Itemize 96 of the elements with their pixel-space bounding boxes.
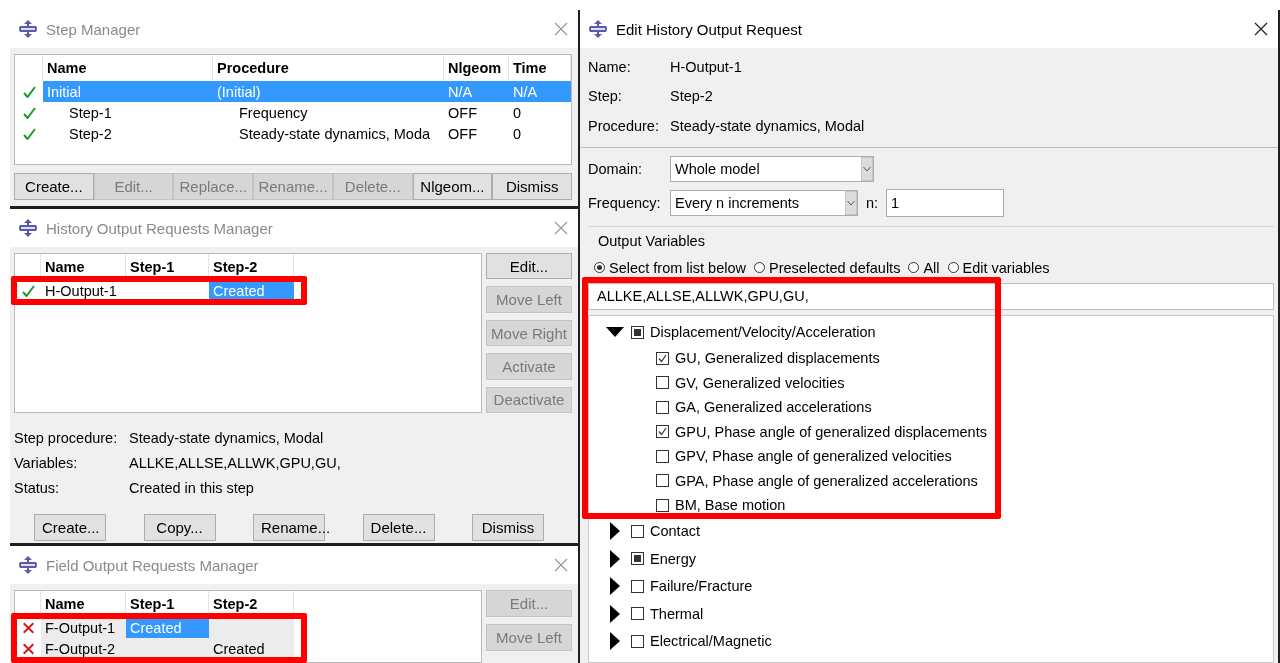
input-field[interactable]: 1 bbox=[886, 188, 1005, 217]
checkbox[interactable] bbox=[631, 579, 644, 593]
table-cell: Created bbox=[126, 617, 209, 638]
dropdown[interactable]: Whole model bbox=[670, 155, 874, 182]
field-value: Step-2 bbox=[670, 88, 713, 105]
dialog-button[interactable]: Dismiss bbox=[472, 514, 544, 541]
close-icon[interactable] bbox=[1254, 22, 1268, 36]
table-cell-text: OFF bbox=[447, 103, 478, 123]
column-header: Step-1 bbox=[126, 254, 209, 280]
column-header: Step-1 bbox=[126, 591, 209, 617]
table-cell-text: H-Output-1 bbox=[44, 281, 118, 301]
dropdown-value: Every n increments bbox=[675, 194, 800, 211]
field-label: Step: bbox=[588, 88, 623, 105]
column-header: Step-2 bbox=[209, 254, 294, 280]
table-cell-text: Step-2 bbox=[68, 124, 113, 144]
checkbox[interactable] bbox=[631, 325, 644, 339]
table-cell-text: 0 bbox=[512, 103, 523, 123]
checkbox[interactable] bbox=[656, 449, 669, 463]
radio-option[interactable]: Preselected defaults bbox=[754, 259, 901, 276]
field-label: n: bbox=[866, 194, 879, 211]
table-cell-text: Step-1 bbox=[68, 103, 113, 123]
checkbox[interactable] bbox=[631, 634, 644, 648]
check-icon bbox=[658, 427, 667, 437]
tree-item[interactable]: GPU, Phase angle of generalized displacements bbox=[675, 423, 987, 440]
field-label: Status: bbox=[14, 479, 61, 496]
checkbox[interactable] bbox=[631, 552, 644, 566]
table-cell-text: OFF bbox=[447, 124, 478, 144]
group-title: Output Variables bbox=[597, 231, 706, 251]
app-icon bbox=[588, 20, 608, 38]
radio-option[interactable]: Select from list below bbox=[594, 259, 746, 276]
field-value: ALLKE,ALLSE,ALLWK,GPU,GU, bbox=[129, 454, 341, 471]
checkbox[interactable] bbox=[656, 474, 669, 488]
window-title: History Output Requests Manager bbox=[46, 219, 274, 237]
side-button[interactable]: Edit... bbox=[486, 253, 572, 280]
caret-icon bbox=[845, 190, 857, 215]
field-value: Steady-state dynamics, Modal bbox=[670, 117, 865, 134]
tree-item[interactable]: Thermal bbox=[650, 605, 704, 622]
dropdown-value: Whole model bbox=[675, 160, 760, 177]
field-value: H-Output-1 bbox=[670, 58, 742, 75]
checkbox[interactable] bbox=[656, 400, 669, 414]
field-value: Created in this step bbox=[129, 479, 254, 496]
window-title: Field Output Requests Manager bbox=[46, 556, 260, 574]
field-value: Steady-state dynamics, Modal bbox=[129, 429, 324, 446]
checkbox[interactable] bbox=[656, 498, 669, 512]
field-label: Frequency: bbox=[588, 194, 662, 211]
table-cell-text: Steady-state dynamics, Moda bbox=[238, 124, 431, 144]
checkbox[interactable] bbox=[656, 425, 669, 439]
dialog-button[interactable]: Nlgeom... bbox=[412, 173, 493, 200]
dialog-button[interactable]: Create... bbox=[14, 173, 94, 200]
field-label: Name: bbox=[588, 58, 632, 75]
input-field[interactable]: ALLKE,ALLSE,ALLWK,GPU,GU, bbox=[588, 282, 1274, 310]
table-cell: F-Output-1 bbox=[41, 617, 126, 638]
field-label: Step procedure: bbox=[14, 429, 119, 446]
field-label: Variables: bbox=[14, 454, 79, 471]
dialog-button[interactable]: Copy... bbox=[143, 514, 216, 541]
table-cell: N/A bbox=[444, 81, 509, 102]
table-cell: (Initial) bbox=[213, 81, 444, 102]
table-cell-text: 0 bbox=[512, 124, 523, 144]
checkbox[interactable] bbox=[631, 524, 644, 538]
radio-option[interactable]: All bbox=[908, 259, 940, 276]
column-header: Name bbox=[41, 254, 126, 280]
tree-item[interactable]: Energy bbox=[650, 550, 696, 567]
field-label: Domain: bbox=[588, 160, 643, 177]
radio-option[interactable]: Edit variables bbox=[947, 259, 1050, 276]
dialog-button[interactable]: Delete... bbox=[362, 514, 435, 541]
tree-item[interactable]: Contact bbox=[650, 523, 700, 540]
tree-item[interactable]: GA, Generalized accelerations bbox=[675, 399, 872, 416]
dialog-button[interactable]: Dismiss bbox=[492, 173, 573, 200]
app-icon bbox=[18, 20, 38, 38]
tree-item[interactable]: Failure/Fracture bbox=[650, 578, 753, 595]
tree-item[interactable]: Electrical/Magnetic bbox=[650, 633, 772, 650]
tree-item[interactable]: GPA, Phase angle of generalized accelerations bbox=[675, 472, 978, 489]
checkbox[interactable] bbox=[656, 351, 669, 365]
field-label: Procedure: bbox=[588, 117, 660, 134]
caret-icon bbox=[861, 156, 873, 181]
tree-item[interactable]: GU, Generalized displacements bbox=[675, 350, 880, 367]
column-header: Step-2 bbox=[209, 591, 294, 617]
app-icon bbox=[18, 556, 38, 574]
dropdown[interactable]: Every n increments bbox=[670, 189, 858, 216]
dialog-button[interactable]: Create... bbox=[34, 514, 106, 541]
window-title: Step Manager bbox=[46, 20, 142, 38]
tree-item[interactable]: BM, Base motion bbox=[675, 497, 786, 514]
table-cell-text: Frequency bbox=[238, 103, 309, 123]
table-cell: Initial bbox=[43, 81, 213, 102]
tree-item[interactable]: Displacement/Velocity/Acceleration bbox=[650, 324, 876, 341]
checkbox[interactable] bbox=[631, 607, 644, 621]
table-cell: Created bbox=[209, 638, 294, 659]
window-title: Edit History Output Request bbox=[616, 20, 803, 38]
column-header: Name bbox=[41, 591, 126, 617]
table-cell: N/A bbox=[509, 81, 571, 102]
table-cell: F-Output-2 bbox=[41, 638, 126, 659]
checkbox[interactable] bbox=[656, 376, 669, 390]
tree-item[interactable]: GPV, Phase angle of generalized velocities bbox=[675, 448, 952, 465]
app-icon bbox=[18, 219, 38, 237]
tree-item[interactable]: GV, Generalized velocities bbox=[675, 374, 845, 391]
check-icon bbox=[658, 353, 667, 363]
